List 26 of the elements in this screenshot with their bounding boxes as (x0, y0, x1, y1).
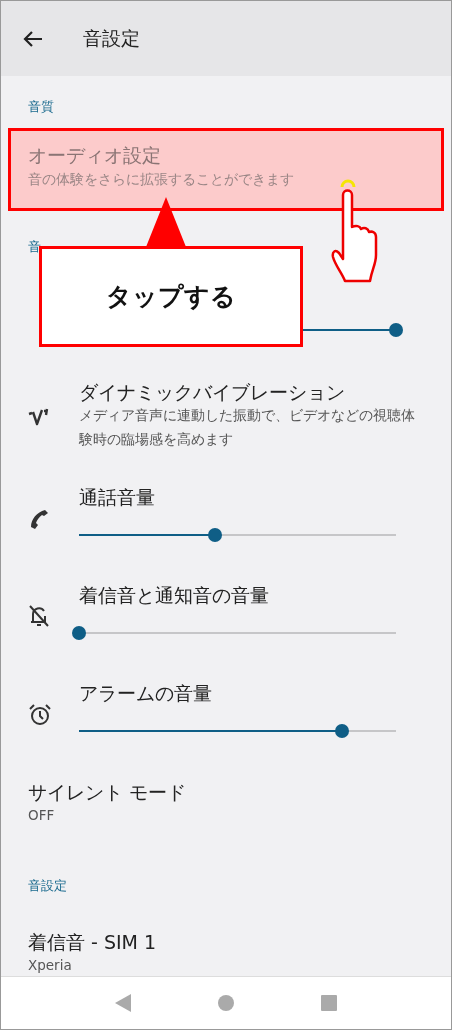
callout-label: タップする (106, 281, 236, 313)
alarm-clock-icon (28, 702, 52, 727)
item-title: ダイナミックバイブレーション (79, 381, 345, 403)
screen-title: 音設定 (83, 25, 140, 51)
settings-item[interactable]: 通話音量 (1, 466, 451, 564)
item-summary: OFF (28, 806, 55, 825)
settings-item[interactable]: 着信音 - SIM 1 Xperia (1, 911, 451, 976)
item-title: サイレント モード (28, 781, 187, 803)
section-header: 音 (28, 239, 41, 255)
phone-icon (28, 507, 50, 529)
item-summary: Xperia (28, 956, 72, 975)
back-arrow-icon[interactable] (23, 29, 43, 48)
section-header: 音質 (28, 99, 54, 115)
item-title: 着信音 - SIM 1 (28, 931, 157, 953)
bell-off-icon (28, 604, 50, 628)
item-title: オーディオ設定 (28, 144, 161, 166)
item-summary: 音の体験をさらに拡張することができます (28, 170, 294, 188)
settings-item[interactable]: サイレント モード OFF (1, 761, 451, 841)
settings-item[interactable]: アラームの音量 (1, 662, 451, 761)
settings-item[interactable]: 着信音と通知音の音量 (1, 564, 451, 662)
item-title: アラームの音量 (79, 682, 212, 704)
settings-item[interactable]: ダイナミックバイブレーション メディア音声に連動した振動で、ビデオなどの視聴体験時の臨場感を高めます (1, 361, 451, 466)
section-header: 音設定 (28, 878, 67, 894)
item-summary: メディア音声に連動した振動で、ビデオなどの視聴体験時の臨場感を高めます (79, 406, 416, 449)
item-title: 通話音量 (79, 486, 155, 508)
item-title: 着信音と通知音の音量 (79, 584, 269, 606)
